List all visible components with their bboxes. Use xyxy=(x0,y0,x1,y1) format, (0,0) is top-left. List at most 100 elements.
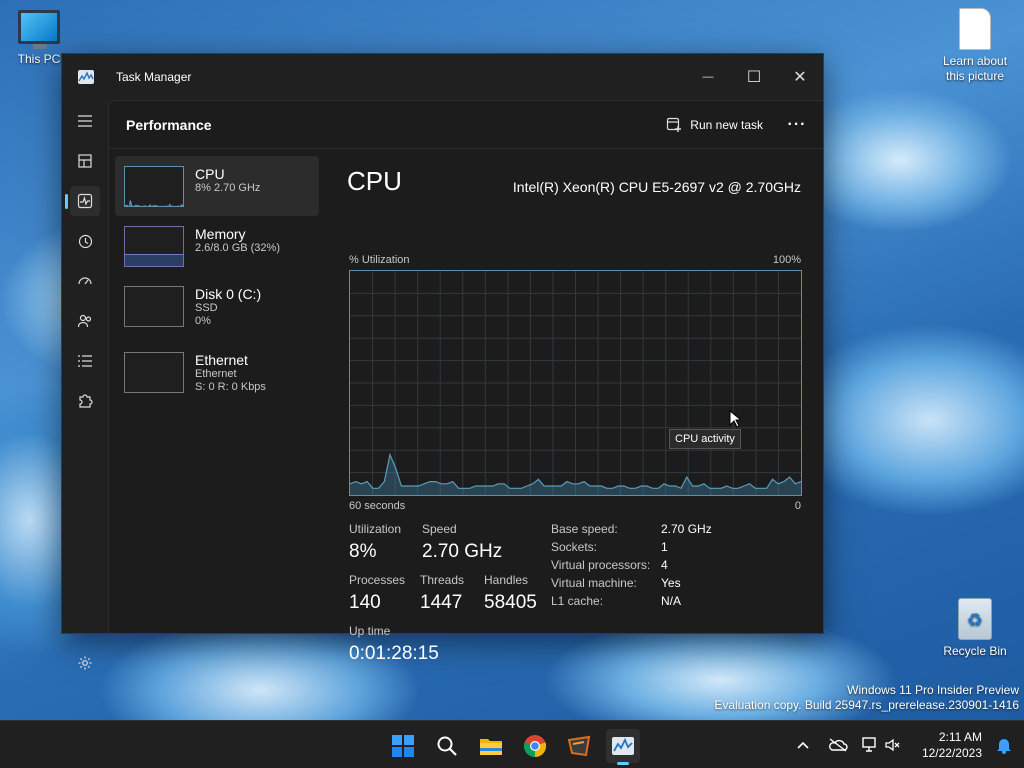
detail-title: CPU xyxy=(347,166,402,196)
watermark-edition: Windows 11 Pro Insider Preview xyxy=(847,682,1019,697)
cpu-utilization-graph[interactable] xyxy=(349,270,802,496)
history-icon xyxy=(78,234,93,249)
learn-picture-desktop-icon[interactable]: Learn about this picture xyxy=(935,8,1015,84)
speed-label: Speed xyxy=(422,522,457,536)
ethernet-thumbnail-graph xyxy=(124,352,184,393)
nav-performance[interactable] xyxy=(65,186,100,216)
chrome-icon xyxy=(523,735,547,758)
task-manager-app-icon xyxy=(78,70,94,84)
volume-muted-icon[interactable] xyxy=(884,737,900,753)
resource-list: CPU 8% 2.70 GHz Memory 2.6/8.0 GB (32%) … xyxy=(109,150,325,633)
resource-cpu[interactable]: CPU 8% 2.70 GHz xyxy=(115,156,319,216)
minimize-icon: — xyxy=(702,71,714,83)
maximize-button[interactable]: ☐ xyxy=(731,54,777,100)
resource-value: 8% 2.70 GHz xyxy=(195,182,261,195)
run-new-task-label: Run new task xyxy=(690,117,763,132)
resource-name: CPU xyxy=(195,166,225,182)
cpu-detail-panel: CPU Intel(R) Xeon(R) CPU E5-2697 v2 @ 2.… xyxy=(347,150,823,664)
watermark-build: Evaluation copy. Build 25947.rs_prerelea… xyxy=(714,698,1019,713)
windows-logo-icon xyxy=(392,735,414,757)
resource-type: SSD xyxy=(195,302,218,315)
uptime-label: Up time xyxy=(349,624,391,638)
processes-value: 140 xyxy=(349,592,381,613)
task-manager-window: Task Manager — ☐ ✕ Performance Run new t… xyxy=(61,53,824,670)
spec-key: Sockets: xyxy=(551,540,598,554)
evaluation-watermark: Windows 11 Pro Insider Preview Evaluatio… xyxy=(714,683,1019,714)
run-new-task-button[interactable]: Run new task xyxy=(658,111,771,139)
taskbar: 2:11 AM 12/22/2023 xyxy=(0,720,1024,768)
spec-value: Yes xyxy=(661,576,681,590)
recycle-bin-icon: ♻ xyxy=(958,598,992,640)
nav-users[interactable] xyxy=(70,306,100,336)
chrome-button[interactable] xyxy=(518,729,552,763)
page-title: Performance xyxy=(126,116,212,133)
close-button[interactable]: ✕ xyxy=(777,54,823,100)
handles-value: 58405 xyxy=(484,592,537,613)
resource-memory[interactable]: Memory 2.6/8.0 GB (32%) xyxy=(115,216,319,276)
document-icon xyxy=(959,8,991,50)
close-icon: ✕ xyxy=(793,69,807,86)
cpu-activity-tooltip: CPU activity xyxy=(669,429,741,449)
threads-label: Threads xyxy=(420,573,465,587)
cpu-utilization-area xyxy=(125,200,183,206)
threads-value: 1447 xyxy=(420,592,463,613)
resource-name: Disk 0 (C:) xyxy=(195,286,262,302)
graph-y-label: % Utilization xyxy=(349,254,410,266)
uptime-value: 0:01:28:15 xyxy=(349,643,439,664)
task-manager-icon xyxy=(612,737,634,755)
run-task-icon xyxy=(667,117,682,132)
onedrive-off-icon[interactable] xyxy=(828,738,848,752)
task-manager-taskbar-button[interactable] xyxy=(606,729,640,765)
hamburger-menu-button[interactable] xyxy=(70,106,100,136)
more-options-button[interactable]: ··· xyxy=(779,116,815,134)
performance-icon xyxy=(77,193,93,209)
notification-bell-icon[interactable] xyxy=(996,736,1012,754)
cpu-model-name: Intel(R) Xeon(R) CPU E5-2697 v2 @ 2.70GH… xyxy=(512,179,801,195)
spec-value: 4 xyxy=(661,558,668,572)
spec-key: Base speed: xyxy=(551,522,618,536)
app-icon xyxy=(567,735,591,757)
mouse-cursor-icon xyxy=(729,410,741,428)
system-tray xyxy=(796,721,900,768)
nav-settings[interactable] xyxy=(70,648,100,678)
start-button[interactable] xyxy=(386,729,420,763)
spec-key: Virtual processors: xyxy=(551,558,651,572)
navigation-rail xyxy=(62,100,108,670)
nav-services[interactable] xyxy=(70,386,100,416)
nav-details[interactable] xyxy=(70,346,100,376)
folder-icon xyxy=(480,739,502,755)
file-explorer-button[interactable] xyxy=(474,729,508,763)
resource-value: S: 0 R: 0 Kbps xyxy=(195,380,266,393)
resource-disk[interactable]: Disk 0 (C:) SSD 0% xyxy=(115,276,319,336)
spec-key: Virtual machine: xyxy=(551,576,637,590)
resource-name: Ethernet xyxy=(195,352,248,368)
resource-name: Memory xyxy=(195,226,246,242)
graph-x-span-label: 60 seconds xyxy=(349,500,406,512)
utilization-value: 8% xyxy=(349,541,377,562)
network-icon[interactable] xyxy=(860,737,878,753)
graph-x-end-label: 0 xyxy=(794,500,801,512)
system-clock[interactable]: 2:11 AM 12/22/2023 xyxy=(922,729,982,761)
speed-value: 2.70 GHz xyxy=(422,541,503,562)
chevron-up-icon[interactable] xyxy=(796,740,810,750)
search-icon xyxy=(437,736,457,756)
title-bar[interactable]: Task Manager — ☐ ✕ xyxy=(62,54,823,100)
cpu-utilization-line xyxy=(125,200,183,206)
speedometer-icon xyxy=(78,277,92,285)
hamburger-icon xyxy=(78,115,92,127)
resource-value: 0% xyxy=(195,314,211,327)
pinned-app-button[interactable] xyxy=(562,729,596,763)
search-button[interactable] xyxy=(430,729,464,763)
minimize-button[interactable]: — xyxy=(685,54,731,100)
clock-date: 12/22/2023 xyxy=(921,746,982,761)
cpu-thumbnail-graph xyxy=(124,166,184,207)
nav-app-history[interactable] xyxy=(70,226,100,256)
nav-startup-apps[interactable] xyxy=(70,266,100,296)
recycle-bin-desktop-icon[interactable]: ♻ Recycle Bin xyxy=(935,598,1015,658)
nav-processes[interactable] xyxy=(70,146,100,176)
resource-ethernet[interactable]: Ethernet Ethernet S: 0 R: 0 Kbps xyxy=(115,342,319,402)
recycle-bin-label: Recycle Bin xyxy=(943,644,1007,658)
page-header: Performance Run new task ··· xyxy=(109,101,823,149)
puzzle-icon xyxy=(79,394,93,408)
more-icon: ··· xyxy=(787,115,807,133)
